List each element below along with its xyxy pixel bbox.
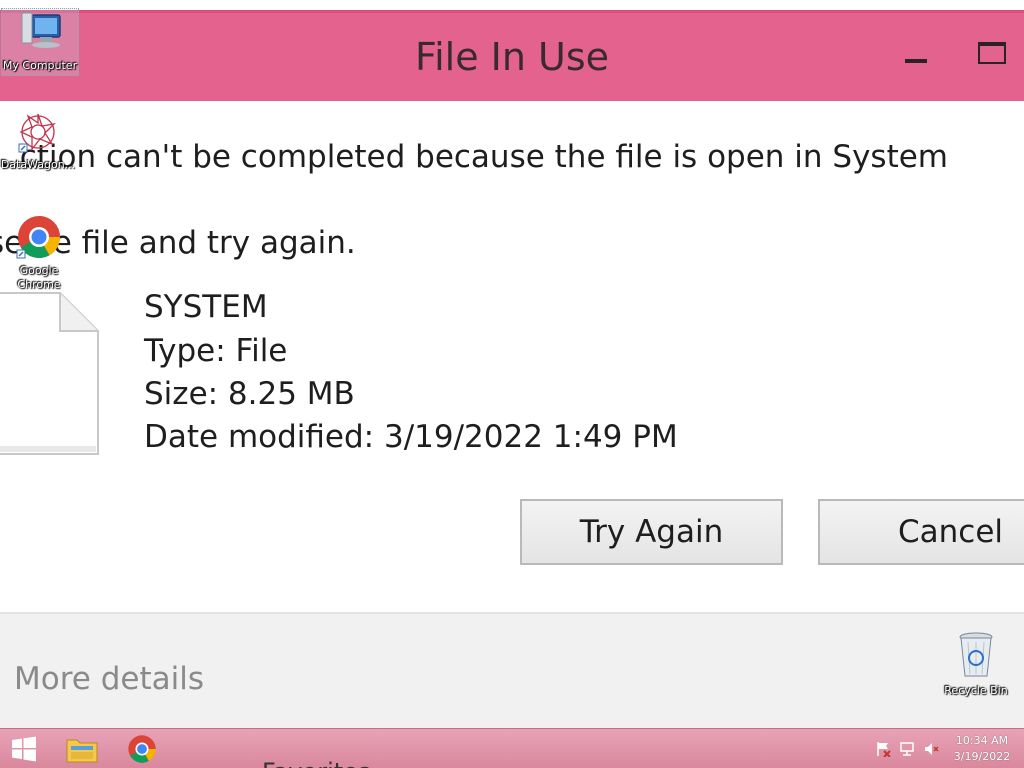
dialog-title: File In Use — [414, 35, 610, 79]
minimize-button[interactable] — [896, 33, 936, 73]
clock-time: 10:34 AM — [955, 734, 1009, 747]
taskbar: 10:34 AM 3/19/2022 — [0, 728, 1024, 768]
minimize-icon — [905, 59, 927, 63]
network-monitor-icon — [900, 742, 914, 756]
file-type: Type: File — [144, 333, 288, 369]
try-again-button[interactable]: Try Again — [520, 499, 783, 565]
network-icon[interactable] — [896, 729, 918, 768]
desktop-icon-label: Recycle Bin — [944, 684, 1008, 697]
datawagon-icon — [18, 113, 56, 153]
desktop-icon-label: DataWagon... — [0, 158, 76, 171]
desktop-icon-my-computer[interactable]: My Computer — [1, 8, 79, 76]
file-date-modified: Date modified: 3/19/2022 1:49 PM — [144, 419, 678, 455]
dialog-titlebar[interactable]: File In Use — [0, 13, 1024, 101]
computer-icon — [21, 12, 61, 48]
flag-icon — [877, 742, 891, 757]
file-icon — [0, 292, 99, 455]
dialog-body: . ction can't be completed because the f… — [0, 101, 1024, 728]
recycle-bin-icon — [959, 632, 993, 677]
desktop-icon-recycle-bin[interactable]: Recycle Bin — [938, 630, 1014, 698]
desktop-icon-google-chrome[interactable]: Google Chrome — [1, 214, 77, 292]
taskbar-file-explorer[interactable] — [58, 729, 106, 768]
file-size: Size: 8.25 MB — [144, 376, 355, 412]
speaker-muted-icon — [925, 743, 939, 755]
clock-date: 3/19/2022 — [953, 750, 1011, 763]
maximize-button[interactable] — [972, 33, 1012, 73]
chrome-icon — [128, 735, 156, 763]
desktop-screen: File In Use . ction can't be completed b… — [0, 0, 1024, 768]
folder-icon — [66, 739, 98, 763]
more-details-link[interactable]: More details — [14, 661, 204, 697]
start-button[interactable] — [0, 729, 48, 768]
desktop-icon-label: Google Chrome — [17, 264, 61, 291]
taskbar-clock[interactable]: 10:34 AM 3/19/2022 — [944, 733, 1020, 765]
maximize-icon — [978, 42, 1006, 64]
desktop-icon-label: My Computer — [2, 59, 78, 72]
cancel-button[interactable]: Cancel — [818, 499, 1024, 565]
dialog-footer: More details — [0, 614, 1024, 728]
background-window-text: Favorites — [262, 758, 370, 768]
taskbar-chrome[interactable] — [118, 729, 166, 768]
chrome-icon — [16, 216, 61, 259]
action-center-flag-icon[interactable] — [872, 729, 894, 768]
volume-icon[interactable] — [920, 729, 942, 768]
file-name: SYSTEM — [144, 289, 268, 325]
desktop-icon-datawagon[interactable]: DataWagon... — [0, 110, 76, 172]
message-line-1: . ction can't be completed because the f… — [0, 139, 948, 175]
windows-logo-icon — [12, 736, 36, 762]
